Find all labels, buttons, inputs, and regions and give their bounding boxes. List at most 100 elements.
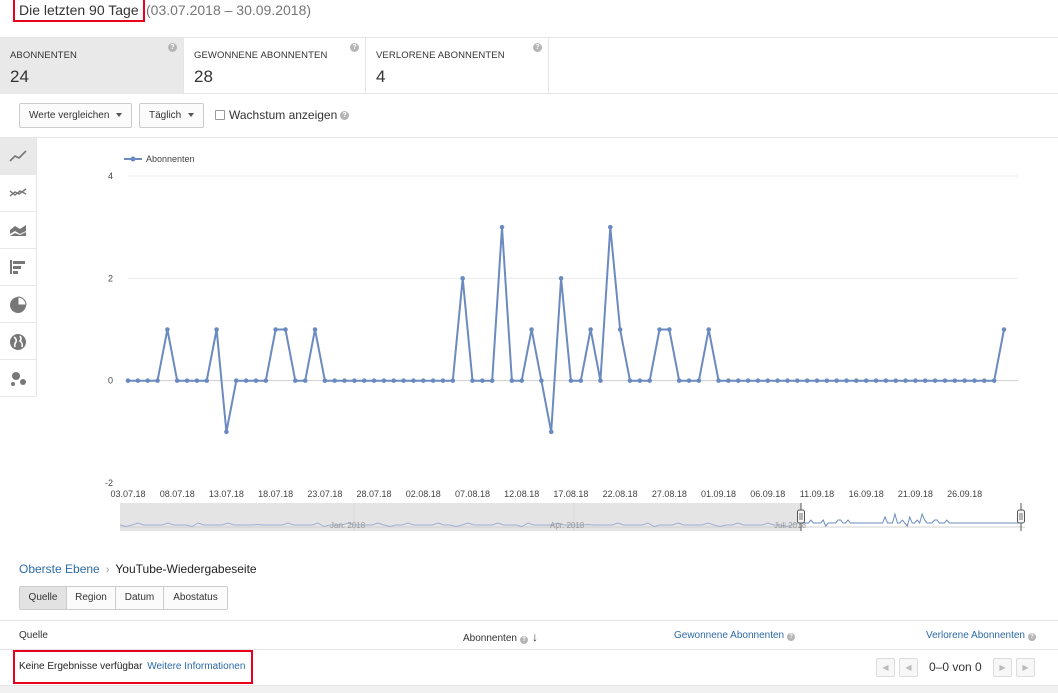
data-point[interactable] (795, 378, 800, 383)
data-point[interactable] (509, 378, 515, 383)
data-point[interactable] (716, 378, 721, 383)
data-point[interactable] (991, 378, 997, 383)
data-point[interactable] (982, 378, 987, 383)
help-icon[interactable]: ? (787, 633, 796, 641)
growth-label[interactable]: Wachstum anzeigen (229, 108, 337, 122)
data-point[interactable] (135, 378, 141, 383)
data-point[interactable] (293, 378, 298, 383)
data-point[interactable] (598, 378, 603, 383)
data-point[interactable] (814, 378, 820, 383)
column-header-subscribers[interactable]: Abonnenten? ↓ (463, 630, 538, 644)
breadcrumb-root-link[interactable]: Oberste Ebene (19, 562, 100, 576)
help-icon[interactable]: ? (168, 43, 177, 52)
data-point[interactable] (332, 378, 337, 383)
data-point[interactable] (440, 378, 446, 383)
data-point[interactable] (342, 378, 347, 383)
data-point[interactable] (322, 378, 328, 383)
data-point[interactable] (155, 378, 160, 383)
data-point[interactable] (263, 378, 269, 383)
data-point[interactable] (657, 327, 662, 332)
metric-tab-lost-subscribers[interactable]: VERLORENE ABONNENTEN 4 ? (366, 38, 549, 94)
data-point[interactable] (352, 378, 357, 383)
first-page-button[interactable]: ◀ (876, 658, 895, 677)
data-point[interactable] (578, 378, 584, 383)
sort-descending-icon[interactable]: ↓ (532, 630, 538, 644)
data-point[interactable] (903, 378, 908, 383)
data-point[interactable] (499, 224, 505, 230)
chart-type-pie[interactable] (0, 286, 36, 323)
data-point[interactable] (253, 378, 259, 383)
data-point[interactable] (539, 378, 544, 383)
data-point[interactable] (381, 378, 387, 383)
data-point[interactable] (607, 224, 613, 230)
data-point[interactable] (568, 378, 574, 383)
data-point[interactable] (391, 378, 397, 383)
data-point[interactable] (194, 378, 200, 383)
data-point[interactable] (834, 378, 839, 383)
data-point[interactable] (519, 378, 525, 383)
chart-type-stacked-area[interactable] (0, 212, 36, 249)
data-point[interactable] (450, 378, 456, 383)
data-point[interactable] (224, 429, 229, 435)
data-point[interactable] (529, 327, 534, 332)
data-point[interactable] (785, 378, 790, 383)
subscribers-line-chart[interactable]: -2 0 2 4 Abonnenten 03.07.18 08.07.18 13.07.18 1… (38, 139, 1058, 551)
date-range-title[interactable]: Die letzten 90 Tage (19, 2, 139, 18)
data-point[interactable] (972, 378, 977, 383)
data-point[interactable] (893, 378, 899, 383)
data-point[interactable] (411, 378, 416, 383)
tab-source[interactable]: Quelle (20, 587, 67, 609)
data-point[interactable] (558, 276, 564, 281)
legend-label[interactable]: Abonnenten (146, 154, 195, 164)
next-page-button[interactable]: ▶ (993, 658, 1012, 677)
data-point[interactable] (165, 327, 170, 332)
chart-type-map[interactable] (0, 323, 36, 360)
data-point[interactable] (755, 378, 761, 383)
data-point[interactable] (686, 378, 692, 383)
data-point[interactable] (667, 327, 672, 332)
data-point[interactable] (637, 378, 643, 383)
chart-type-bar[interactable] (0, 249, 36, 286)
data-point[interactable] (726, 378, 731, 383)
help-icon[interactable]: ? (350, 43, 359, 52)
tab-date[interactable]: Datum (116, 587, 164, 609)
chart-type-multi-line[interactable] (0, 175, 36, 212)
data-point[interactable] (913, 378, 918, 383)
data-point[interactable] (883, 378, 889, 383)
data-point[interactable] (804, 378, 810, 383)
column-header-gained[interactable]: Gewonnene Abonnenten? (674, 630, 796, 641)
data-point[interactable] (844, 378, 849, 383)
data-point[interactable] (420, 378, 426, 383)
help-icon[interactable]: ? (340, 111, 349, 120)
data-point[interactable] (480, 378, 485, 383)
data-point[interactable] (460, 276, 465, 281)
data-point[interactable] (184, 378, 190, 383)
data-point[interactable] (617, 327, 623, 332)
help-icon[interactable]: ? (519, 636, 528, 644)
data-point[interactable] (470, 378, 475, 383)
more-info-link[interactable]: Weitere Informationen (147, 661, 245, 672)
data-point[interactable] (706, 327, 712, 332)
data-point[interactable] (233, 378, 239, 383)
navigator-handle[interactable] (1017, 509, 1025, 524)
navigator-handle[interactable] (797, 509, 805, 524)
data-point[interactable] (401, 378, 406, 383)
chart-type-line[interactable] (0, 138, 36, 175)
column-header-lost[interactable]: Verlorene Abonnenten? (926, 630, 1036, 641)
interval-dropdown[interactable]: Täglich (139, 103, 205, 128)
help-icon[interactable]: ? (1027, 633, 1036, 641)
chart-type-bubble[interactable] (0, 360, 36, 397)
data-point[interactable] (735, 378, 741, 383)
data-point[interactable] (627, 378, 633, 383)
data-point[interactable] (854, 378, 859, 383)
data-point[interactable] (430, 378, 436, 383)
data-point[interactable] (145, 378, 150, 383)
growth-checkbox[interactable] (215, 110, 225, 120)
data-point[interactable] (361, 378, 367, 383)
last-page-button[interactable]: ▶ (1016, 658, 1035, 677)
tab-subscription-status[interactable]: Abostatus (164, 587, 227, 609)
data-point[interactable] (696, 378, 702, 383)
data-point[interactable] (765, 378, 771, 383)
data-point[interactable] (1001, 327, 1007, 332)
compare-metrics-dropdown[interactable]: Werte vergleichen (19, 103, 133, 128)
